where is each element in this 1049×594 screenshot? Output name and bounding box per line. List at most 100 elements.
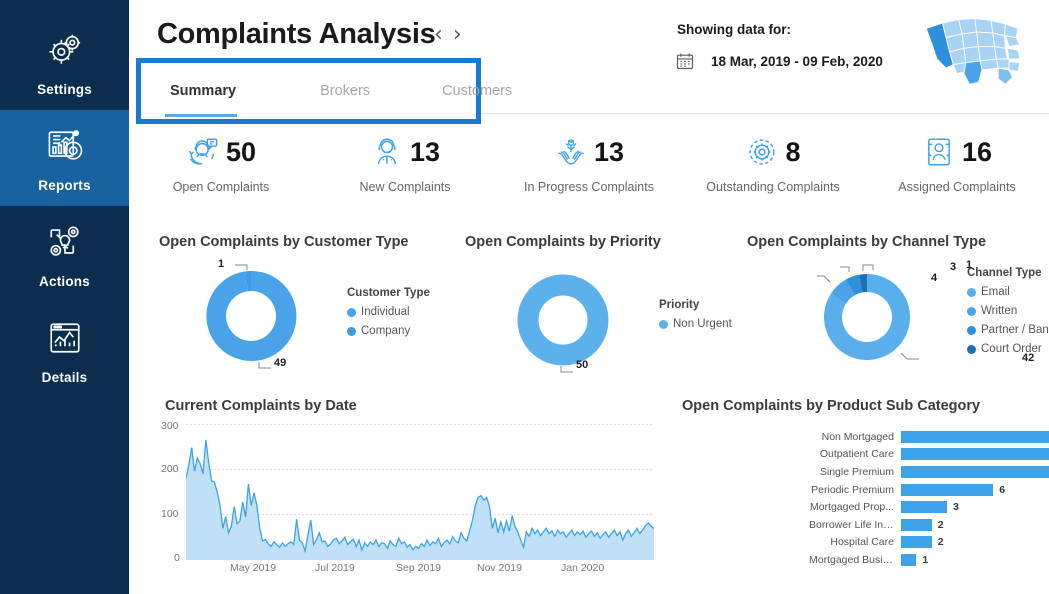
kpi-row: 50 Open Complaints 13 New Complaints 13 … <box>129 130 1049 206</box>
bar-value-label: 3 <box>953 501 959 514</box>
bar-track: 2 <box>901 518 1049 531</box>
bar-fill[interactable] <box>901 553 917 566</box>
product-sub-category-bar-chart[interactable]: Non Mortgaged13Outpatient Care10Single P… <box>809 428 1049 569</box>
active-tab-indicator <box>165 114 237 117</box>
kpi-value: 16 <box>961 136 993 167</box>
sidebar-item-reports[interactable]: Reports <box>0 110 129 206</box>
bar-row[interactable]: Borrower Life Ins... 2 <box>809 516 1049 534</box>
customer-type-legend: Customer Type Individual Company <box>347 287 430 344</box>
legend-item[interactable]: Court Order <box>967 343 1049 355</box>
bar-category-label: Periodic Premium <box>811 483 894 496</box>
gears-icon <box>48 34 80 64</box>
legend-label: Individual <box>361 306 410 318</box>
priority-donut[interactable] <box>501 258 631 378</box>
tab-brokers[interactable]: Brokers <box>316 83 374 99</box>
bar-fill[interactable] <box>901 483 994 496</box>
channel-label-written: 4 <box>931 272 938 284</box>
x-tick-jul-2019: Jul 2019 <box>315 562 355 574</box>
bar-row[interactable]: Mortgaged Busin... 1 <box>809 551 1049 569</box>
prev-page-icon[interactable]: ‹ <box>434 24 443 46</box>
details-analytics-icon <box>49 322 80 353</box>
bar-fill[interactable] <box>901 448 1049 461</box>
tabs-highlight-box: Summary Brokers Customers <box>136 58 512 124</box>
x-tick-nov-2019: Nov 2019 <box>477 562 522 574</box>
assign-person-icon <box>928 138 950 166</box>
sidebar-item-details[interactable]: Details <box>0 302 129 398</box>
bar-fill[interactable] <box>901 536 932 549</box>
product-sub-category-title: Open Complaints by Product Sub Category <box>682 398 981 414</box>
bar-row[interactable]: Single Premium 10 <box>809 463 1049 481</box>
legend-item[interactable]: Individual <box>347 306 430 318</box>
channel-type-donut[interactable] <box>797 256 947 378</box>
sidebar-item-label: Settings <box>37 81 92 97</box>
x-tick-sep-2019: Sep 2019 <box>396 562 441 574</box>
bar-value-label: 6 <box>999 483 1006 496</box>
channel-type-legend: Channel Type Email Written Partner / Ban… <box>967 267 1049 362</box>
bar-row[interactable]: Periodic Premium 6 <box>809 481 1049 499</box>
bar-row[interactable]: Outpatient Care 10 <box>809 446 1049 464</box>
bar-category-label: Outpatient Care <box>819 448 894 461</box>
legend-item[interactable]: Company <box>347 325 430 337</box>
legend-item[interactable]: Partner / Bank <box>967 324 1049 336</box>
y-tick-200: 200 <box>161 463 179 475</box>
bar-fill[interactable] <box>901 465 1049 478</box>
y-tick-0: 0 <box>174 552 180 564</box>
sidebar-item-settings[interactable]: Settings <box>0 14 129 110</box>
x-tick-jan-2020: Jan 2020 <box>561 562 605 574</box>
bar-value-label: 2 <box>937 518 944 531</box>
date-range-row[interactable]: 18 Mar, 2019 - 09 Feb, 2020 <box>675 51 883 71</box>
legend-swatch-icon <box>347 307 356 317</box>
kpi-new-complaints[interactable]: 13 New Complaints <box>313 130 497 206</box>
tab-summary[interactable]: Summary <box>166 83 240 99</box>
legend-item[interactable]: Non Urgent <box>659 318 732 330</box>
legend-label: Email <box>981 286 1010 298</box>
legend-item[interactable]: Written <box>967 305 1049 317</box>
next-page-icon[interactable]: › <box>453 24 462 46</box>
kpi-open-complaints[interactable]: 50 Open Complaints <box>129 130 313 206</box>
legend-label: Partner / Bank <box>981 324 1049 336</box>
bar-track: 10 <box>901 465 1049 478</box>
kpi-in-progress-complaints[interactable]: 13 In Progress Complaints <box>497 130 681 206</box>
dashboard-app: Settings Reports Actions Details Complai… <box>0 0 1049 594</box>
bar-fill[interactable] <box>901 430 1049 443</box>
legend-item[interactable]: Email <box>967 286 1049 298</box>
legend-swatch-icon <box>967 344 976 354</box>
bar-fill[interactable] <box>901 518 932 531</box>
bar-category-label: Borrower Life Ins... <box>809 518 898 531</box>
sidebar-item-actions[interactable]: Actions <box>0 206 129 302</box>
sidebar-item-label: Details <box>41 369 88 385</box>
complaints-by-date-area-chart[interactable] <box>186 424 654 560</box>
legend-title: Priority <box>659 299 700 311</box>
bar-track: 13 <box>901 430 1049 443</box>
bar-row[interactable]: Hospital Care 2 <box>809 534 1049 552</box>
main-content: Complaints Analysis ‹ › Summary Brokers … <box>129 0 1049 594</box>
y-tick-100: 100 <box>161 508 179 520</box>
showing-data-label: Showing data for: <box>677 22 791 37</box>
y-tick-300: 300 <box>161 420 179 432</box>
legend-swatch-icon <box>967 306 976 316</box>
date-range-value: 18 Mar, 2019 - 09 Feb, 2020 <box>711 53 883 69</box>
kpi-value: 13 <box>593 136 625 167</box>
kpi-outstanding-complaints[interactable]: 8 Outstanding Complaints <box>681 130 865 206</box>
kpi-value: 8 <box>785 136 801 167</box>
kpi-label: Open Complaints <box>172 180 270 194</box>
bar-fill[interactable] <box>901 501 948 514</box>
customer-type-donut[interactable] <box>189 256 329 376</box>
gear-target-icon <box>749 139 776 165</box>
report-chart-icon <box>48 129 82 160</box>
tab-customers[interactable]: Customers <box>438 83 516 99</box>
bar-category-label: Mortgaged Prop... <box>809 501 894 514</box>
bar-track: 6 <box>901 483 1049 496</box>
kpi-label: Assigned Complaints <box>898 180 1016 194</box>
customer-type-label-company: 1 <box>218 258 225 270</box>
bar-row[interactable]: Mortgaged Prop... 3 <box>809 498 1049 516</box>
page-nav-arrows: ‹ › <box>434 24 462 46</box>
customer-type-label-individual: 49 <box>274 357 287 369</box>
customer-type-chart-title: Open Complaints by Customer Type <box>159 234 409 250</box>
bar-row[interactable]: Non Mortgaged 13 <box>809 428 1049 446</box>
header: Complaints Analysis ‹ › Summary Brokers … <box>129 0 1049 124</box>
bar-category-label: Mortgaged Busin... <box>809 553 898 566</box>
headset-person-icon <box>377 138 397 165</box>
kpi-assigned-complaints[interactable]: 16 Assigned Complaints <box>865 130 1049 206</box>
calendar-icon <box>676 53 694 70</box>
